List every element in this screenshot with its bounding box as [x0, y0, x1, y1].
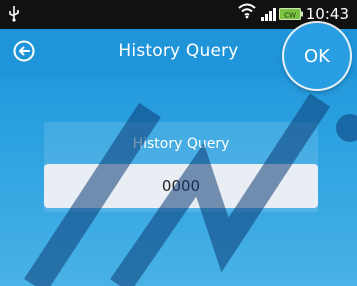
watermark-graphic [24, 93, 357, 286]
app-screen: CW 10:43 History Query OK History Query [0, 0, 357, 286]
